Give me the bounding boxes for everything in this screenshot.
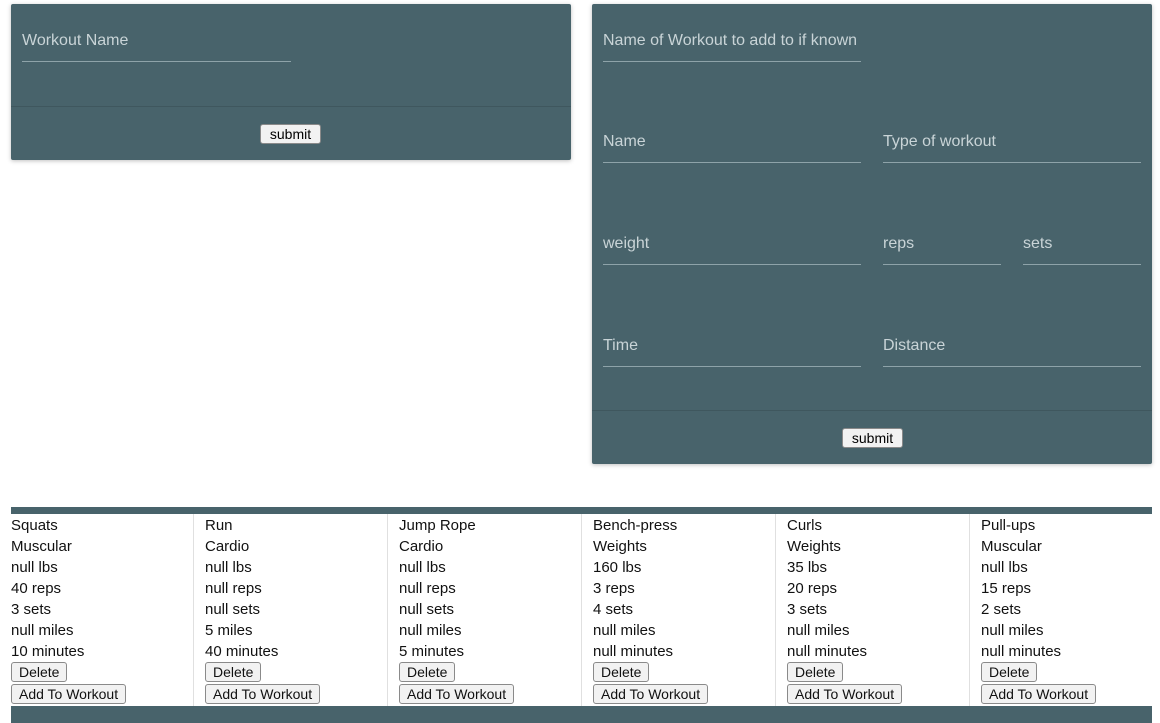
exercise-name-placeholder: Name xyxy=(603,133,646,150)
exercise-time: 10 minutes xyxy=(11,643,85,660)
delete-button[interactable]: Delete xyxy=(981,662,1038,682)
weight-field[interactable]: weight xyxy=(603,207,861,265)
distance-field[interactable]: Distance xyxy=(883,309,1141,367)
exercise-card: Bench-press Weights 160 lbs 3 reps 4 set… xyxy=(582,514,776,706)
exercise-distance: 5 miles xyxy=(205,622,253,639)
workout-name-underline xyxy=(22,61,291,62)
exercise-time: null minutes xyxy=(787,643,868,660)
exercise-distance: null miles xyxy=(399,622,462,639)
exercise-weight: null lbs xyxy=(981,559,1028,576)
add-to-workout-button[interactable]: Add To Workout xyxy=(593,684,709,704)
exercise-sets: 3 sets xyxy=(11,601,52,618)
exercise-card: Run Cardio null lbs null reps null sets … xyxy=(194,514,388,706)
workout-type-underline xyxy=(883,162,1141,163)
add-to-workout-button[interactable]: Add To Workout xyxy=(11,684,127,704)
workout-name-field[interactable]: Workout Name xyxy=(22,4,291,62)
exercise-time: 40 minutes xyxy=(205,643,279,660)
exercise-submit-button[interactable]: submit xyxy=(842,428,903,448)
exercise-sets: 3 sets xyxy=(787,601,828,618)
exercise-name: Jump Rope xyxy=(399,517,476,534)
exercise-card: Squats Muscular null lbs 40 reps 3 sets … xyxy=(0,514,194,706)
workout-type-field[interactable]: Type of workout xyxy=(883,105,1141,163)
exercise-weight: null lbs xyxy=(11,559,58,576)
workout-type-placeholder: Type of workout xyxy=(883,133,996,150)
exercise-form: Name of Workout to add to if known Name … xyxy=(592,4,1152,464)
exercise-card: Pull-ups Muscular null lbs 15 reps 2 set… xyxy=(970,514,1160,706)
weight-underline xyxy=(603,264,861,265)
sets-placeholder: sets xyxy=(1023,235,1053,252)
time-placeholder: Time xyxy=(603,337,638,354)
exercise-sets: null sets xyxy=(205,601,261,618)
form-divider xyxy=(592,410,1152,411)
exercise-card: Jump Rope Cardio null lbs null reps null… xyxy=(388,514,582,706)
exercise-weight: 35 lbs xyxy=(787,559,828,576)
workout-submit-button[interactable]: submit xyxy=(260,124,321,144)
form-divider xyxy=(11,106,571,107)
workout-to-add-field[interactable]: Name of Workout to add to if known xyxy=(603,4,861,62)
exercise-sets: 2 sets xyxy=(981,601,1022,618)
workout-name-placeholder: Workout Name xyxy=(22,32,129,49)
time-underline xyxy=(603,366,861,367)
exercise-distance: null miles xyxy=(787,622,850,639)
delete-button[interactable]: Delete xyxy=(399,662,456,682)
distance-underline xyxy=(883,366,1141,367)
exercise-type: Muscular xyxy=(981,538,1042,555)
exercise-type: Cardio xyxy=(399,538,444,555)
reps-underline xyxy=(883,264,1001,265)
sets-underline xyxy=(1023,264,1141,265)
exercise-name: Squats xyxy=(11,517,58,534)
exercise-weight: null lbs xyxy=(399,559,446,576)
exercise-reps: null reps xyxy=(399,580,456,597)
delete-button[interactable]: Delete xyxy=(787,662,844,682)
exercise-list: Squats Muscular null lbs 40 reps 3 sets … xyxy=(0,514,1160,706)
exercise-name: Bench-press xyxy=(593,517,678,534)
time-field[interactable]: Time xyxy=(603,309,861,367)
reps-field[interactable]: reps xyxy=(883,207,1001,265)
exercise-weight: 160 lbs xyxy=(593,559,642,576)
exercise-weight: null lbs xyxy=(205,559,252,576)
exercise-reps: 15 reps xyxy=(981,580,1032,597)
distance-placeholder: Distance xyxy=(883,337,946,354)
reps-placeholder: reps xyxy=(883,235,915,252)
exercise-reps: 3 reps xyxy=(593,580,635,597)
exercise-sets: null sets xyxy=(399,601,455,618)
exercise-time: null minutes xyxy=(981,643,1062,660)
exercise-distance: null miles xyxy=(593,622,656,639)
add-to-workout-button[interactable]: Add To Workout xyxy=(399,684,515,704)
sets-field[interactable]: sets xyxy=(1023,207,1141,265)
delete-button[interactable]: Delete xyxy=(11,662,68,682)
delete-button[interactable]: Delete xyxy=(205,662,262,682)
exercise-distance: null miles xyxy=(981,622,1044,639)
delete-button[interactable]: Delete xyxy=(593,662,650,682)
add-to-workout-button[interactable]: Add To Workout xyxy=(205,684,321,704)
exercise-name: Curls xyxy=(787,517,823,534)
exercise-time: 5 minutes xyxy=(399,643,465,660)
exercise-distance: null miles xyxy=(11,622,74,639)
exercise-card: Curls Weights 35 lbs 20 reps 3 sets null… xyxy=(776,514,970,706)
exercise-sets: 4 sets xyxy=(593,601,634,618)
exercise-type: Muscular xyxy=(11,538,72,555)
exercise-reps: 40 reps xyxy=(11,580,62,597)
exercise-name-field[interactable]: Name xyxy=(603,105,861,163)
weight-placeholder: weight xyxy=(603,235,650,252)
exercise-name-underline xyxy=(603,162,861,163)
exercise-name: Pull-ups xyxy=(981,517,1036,534)
exercise-type: Cardio xyxy=(205,538,250,555)
exercise-time: null minutes xyxy=(593,643,674,660)
exercise-type: Weights xyxy=(593,538,647,555)
exercise-type: Weights xyxy=(787,538,841,555)
workout-to-add-underline xyxy=(603,61,861,62)
workout-form: Workout Name submit xyxy=(11,4,571,160)
exercise-name: Run xyxy=(205,517,233,534)
exercise-reps: null reps xyxy=(205,580,262,597)
add-to-workout-button[interactable]: Add To Workout xyxy=(981,684,1097,704)
workout-to-add-placeholder: Name of Workout to add to if known xyxy=(603,32,858,49)
exercise-reps: 20 reps xyxy=(787,580,838,597)
add-to-workout-button[interactable]: Add To Workout xyxy=(787,684,903,704)
